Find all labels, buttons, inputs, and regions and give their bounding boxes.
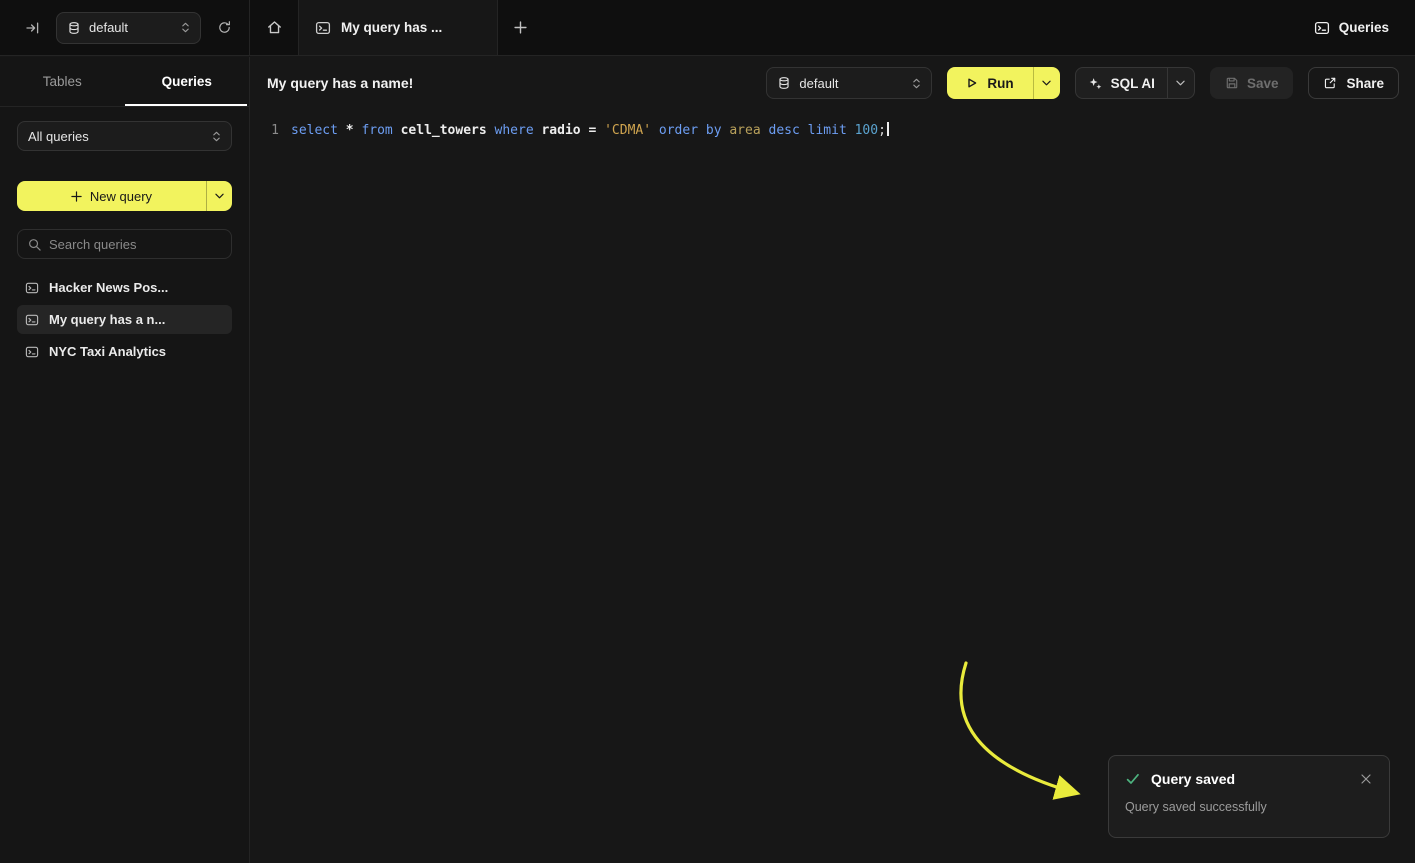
query-icon [25,281,39,295]
tab-queries[interactable]: Queries [125,57,250,106]
home-tab[interactable] [250,0,298,55]
refresh-button[interactable] [209,13,239,43]
sql-token: area [729,123,768,138]
plus-icon [71,191,82,202]
sql-token: 'CDMA' [604,123,659,138]
toast-title: Query saved [1151,771,1235,787]
sql-token: ; [878,123,886,138]
collapse-sidebar-icon [25,20,41,36]
new-tab-button[interactable] [498,0,542,55]
editor-tabs: My query has ... [250,0,542,55]
sidebar: Tables Queries All queries New query [0,57,250,863]
check-icon [1125,771,1141,787]
sql-ai-button[interactable]: SQL AI [1076,76,1167,91]
toast-close-button[interactable] [1359,772,1373,786]
sql-token: 100 [855,123,878,138]
new-query-split-button: New query [17,181,232,211]
query-database-value: default [799,76,838,91]
run-label: Run [987,76,1013,91]
query-icon [25,313,39,327]
save-icon [1225,76,1239,90]
queries-filter-select[interactable]: All queries [17,121,232,151]
topbar: default My query has ... [0,0,1415,56]
run-split-button: Run [947,67,1059,99]
tab-tables[interactable]: Tables [0,57,125,106]
text-cursor [887,122,889,136]
queries-panel-label: Queries [1339,20,1389,35]
sql-token: from [361,123,400,138]
chevron-updown-icon [181,21,190,34]
sidebar-tabs: Tables Queries [0,57,249,107]
query-icon [315,20,331,36]
collapse-sidebar-button[interactable] [18,13,48,43]
queries-icon [1314,20,1330,36]
query-icon [25,345,39,359]
refresh-icon [217,20,232,35]
play-icon [966,77,978,89]
tab-queries-label: Queries [162,74,212,89]
page-title: My query has a name! [267,75,413,91]
main-area: My query has a name! default Run [251,57,1415,863]
topbar-database-value: default [89,20,128,35]
query-header: My query has a name! default Run [251,57,1415,109]
database-icon [777,76,791,90]
sql-token: = [588,123,604,138]
sql-ai-split-button: SQL AI [1075,67,1195,99]
query-tab[interactable]: My query has ... [298,0,498,55]
query-database-selector[interactable]: default [766,67,932,99]
sparkle-icon [1088,76,1103,91]
code-line[interactable]: select * from cell_towers where radio = … [279,122,889,140]
share-button[interactable]: Share [1308,67,1399,99]
new-query-label: New query [90,189,152,204]
chevron-down-icon [1042,80,1051,86]
query-list-item[interactable]: My query has a n... [17,305,232,334]
toast-message: Query saved successfully [1125,800,1373,814]
search-icon [28,238,41,251]
query-list-item-label: My query has a n... [49,312,165,327]
close-icon [1361,774,1371,784]
toast-header: Query saved [1125,771,1373,787]
save-label: Save [1247,76,1279,91]
chevron-down-icon [1176,80,1185,86]
sql-token: select [291,123,346,138]
run-button[interactable]: Run [947,67,1032,99]
database-icon [67,21,81,35]
sql-token: where [495,123,542,138]
tab-tables-label: Tables [43,74,82,89]
line-number: 1 [251,122,279,140]
query-list-item-label: Hacker News Pos... [49,280,168,295]
run-options-button[interactable] [1034,67,1060,99]
query-tab-label: My query has ... [341,20,442,35]
sidebar-body: All queries New query [0,107,249,380]
sql-token: radio [541,123,588,138]
query-list-item-label: NYC Taxi Analytics [49,344,166,359]
save-button[interactable]: Save [1210,67,1294,99]
saved-queries-list: Hacker News Pos... My query has a n... N… [17,273,232,366]
share-label: Share [1346,76,1384,91]
query-list-item[interactable]: NYC Taxi Analytics [17,337,232,366]
queries-filter-value: All queries [28,129,89,144]
home-icon [266,19,283,36]
toast-query-saved: Query saved Query saved successfully [1108,755,1390,838]
sql-token: desc limit [769,123,855,138]
share-icon [1323,76,1337,90]
sql-ai-label: SQL AI [1111,76,1155,91]
new-query-button[interactable]: New query [17,181,206,211]
plus-icon [514,21,527,34]
sql-token: order by [659,123,729,138]
sql-ai-options-button[interactable] [1168,80,1194,86]
chevron-updown-icon [912,77,921,90]
topbar-left-section: default [0,0,250,55]
sql-editor[interactable]: 1 select * from cell_towers where radio … [251,109,1415,140]
query-list-item[interactable]: Hacker News Pos... [17,273,232,302]
chevron-down-icon [215,193,224,199]
new-query-options-button[interactable] [207,181,232,211]
topbar-database-selector[interactable]: default [56,12,201,44]
sql-token: cell_towers [401,123,495,138]
sql-token: * [346,123,362,138]
search-queries-box [17,229,232,259]
queries-panel-toggle[interactable]: Queries [1314,0,1415,55]
chevron-updown-icon [212,130,221,143]
search-queries-input[interactable] [49,237,225,252]
